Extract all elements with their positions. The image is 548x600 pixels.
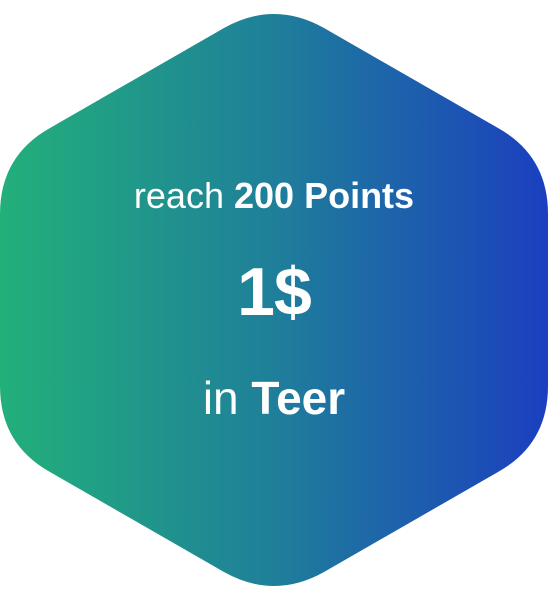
goal-points: 200 Points	[234, 175, 415, 216]
reward-line: in Teer	[0, 370, 548, 426]
badge-text: reach 200 Points 1$ in Teer	[0, 0, 548, 600]
goal-prefix: reach	[133, 175, 224, 216]
goal-line: reach 200 Points	[0, 174, 548, 218]
reward-amount: 1$	[237, 254, 312, 330]
reward-prefix: in	[202, 372, 239, 424]
reward-currency: Teer	[251, 372, 346, 424]
